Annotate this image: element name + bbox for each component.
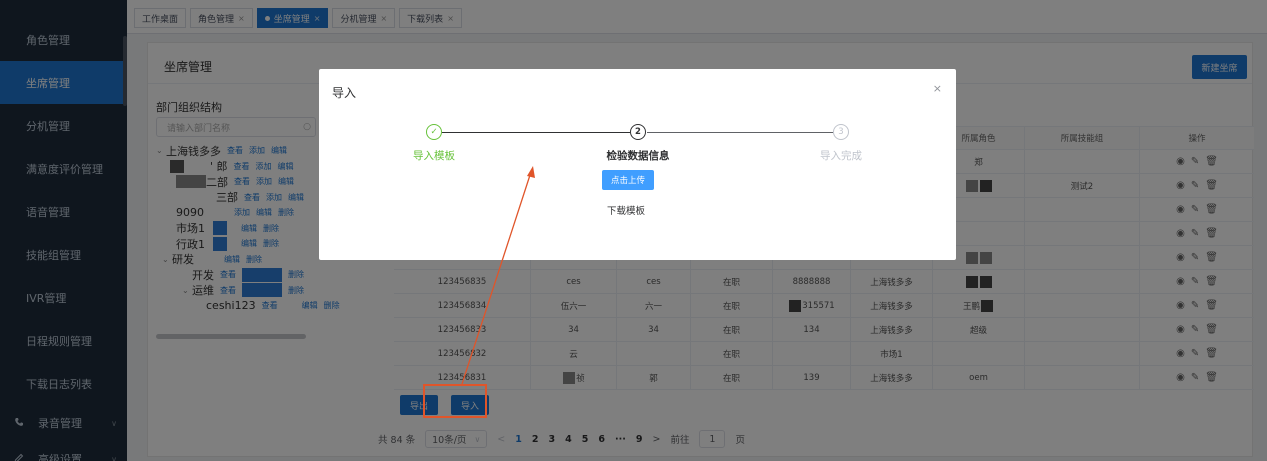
annotation-arrow (461, 166, 535, 385)
